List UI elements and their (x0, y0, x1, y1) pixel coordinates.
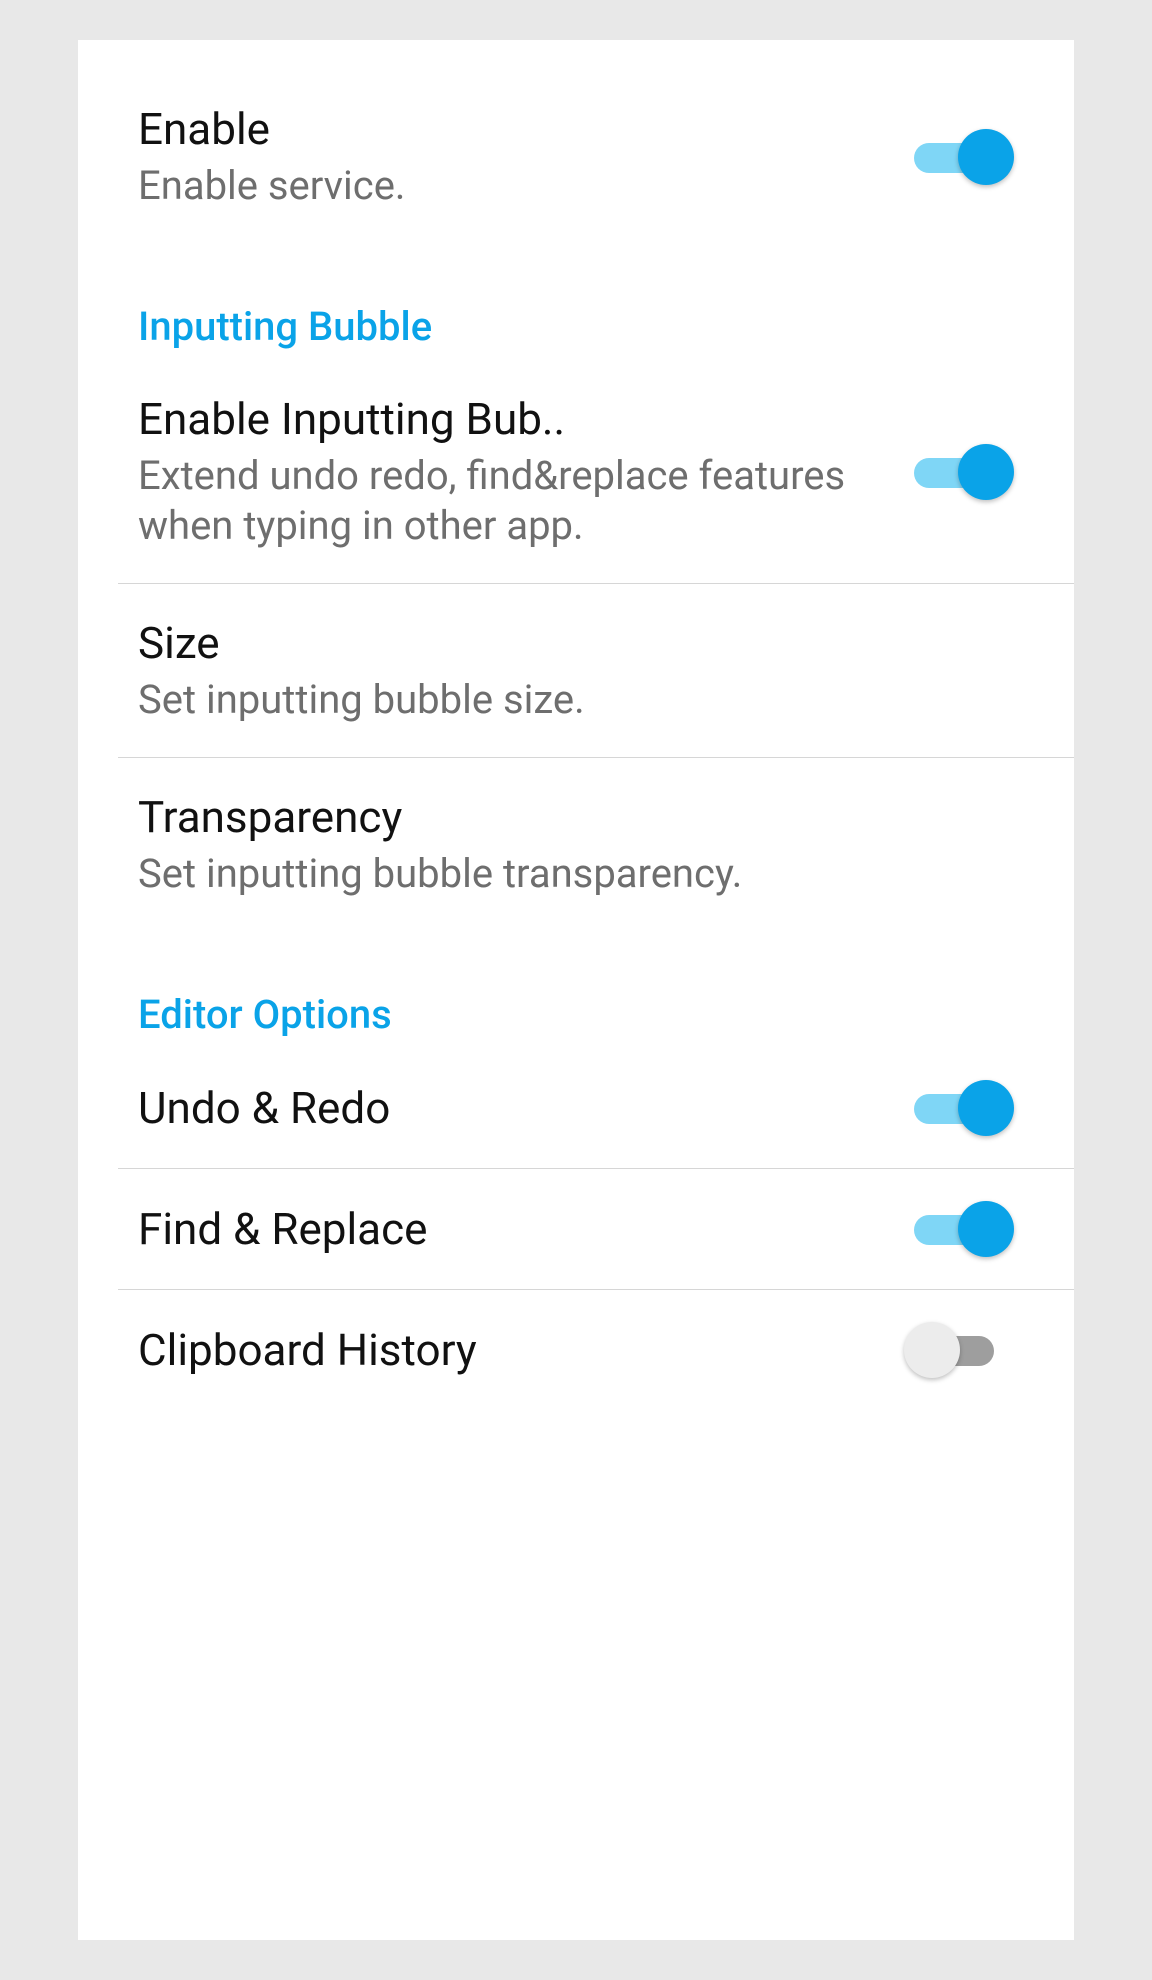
toggle-enable-inputting-bubble[interactable] (904, 444, 1014, 500)
toggle-thumb (904, 1322, 960, 1378)
setting-size-text: Size Set inputting bubble size. (138, 616, 1014, 725)
setting-transparency[interactable]: Transparency Set inputting bubble transp… (78, 758, 1074, 931)
toggle-thumb (958, 1201, 1014, 1257)
setting-find-replace-title: Find & Replace (138, 1202, 874, 1257)
toggle-clipboard-history[interactable] (904, 1322, 1014, 1378)
setting-enable-title: Enable (138, 102, 874, 157)
setting-transparency-title: Transparency (138, 790, 984, 845)
toggle-thumb (958, 1080, 1014, 1136)
setting-enable-inputting-bubble-title: Enable Inputting Bub.. (138, 392, 874, 447)
setting-enable-inputting-bubble[interactable]: Enable Inputting Bub.. Extend undo redo,… (78, 360, 1074, 583)
setting-enable-subtitle: Enable service. (138, 161, 874, 211)
setting-undo-redo-title: Undo & Redo (138, 1081, 874, 1136)
setting-undo-redo[interactable]: Undo & Redo (78, 1048, 1074, 1168)
section-inputting-bubble: Inputting Bubble (78, 243, 1074, 360)
toggle-thumb (958, 129, 1014, 185)
setting-size-subtitle: Set inputting bubble size. (138, 675, 984, 725)
setting-find-replace-text: Find & Replace (138, 1202, 904, 1257)
setting-enable-text: Enable Enable service. (138, 102, 904, 211)
setting-transparency-text: Transparency Set inputting bubble transp… (138, 790, 1014, 899)
settings-panel: Enable Enable service. Inputting Bubble … (78, 40, 1074, 1940)
setting-clipboard-history[interactable]: Clipboard History (78, 1290, 1074, 1410)
toggle-thumb (958, 444, 1014, 500)
section-editor-options: Editor Options (78, 931, 1074, 1048)
toggle-undo-redo[interactable] (904, 1080, 1014, 1136)
toggle-enable[interactable] (904, 129, 1014, 185)
setting-enable-inputting-bubble-subtitle: Extend undo redo, find&replace features … (138, 451, 874, 551)
toggle-find-replace[interactable] (904, 1201, 1014, 1257)
setting-size-title: Size (138, 616, 984, 671)
setting-clipboard-history-title: Clipboard History (138, 1323, 874, 1378)
setting-transparency-subtitle: Set inputting bubble transparency. (138, 849, 984, 899)
setting-size[interactable]: Size Set inputting bubble size. (78, 584, 1074, 757)
setting-undo-redo-text: Undo & Redo (138, 1081, 904, 1136)
setting-find-replace[interactable]: Find & Replace (78, 1169, 1074, 1289)
setting-enable[interactable]: Enable Enable service. (78, 70, 1074, 243)
setting-enable-inputting-bubble-text: Enable Inputting Bub.. Extend undo redo,… (138, 392, 904, 551)
setting-clipboard-history-text: Clipboard History (138, 1323, 904, 1378)
